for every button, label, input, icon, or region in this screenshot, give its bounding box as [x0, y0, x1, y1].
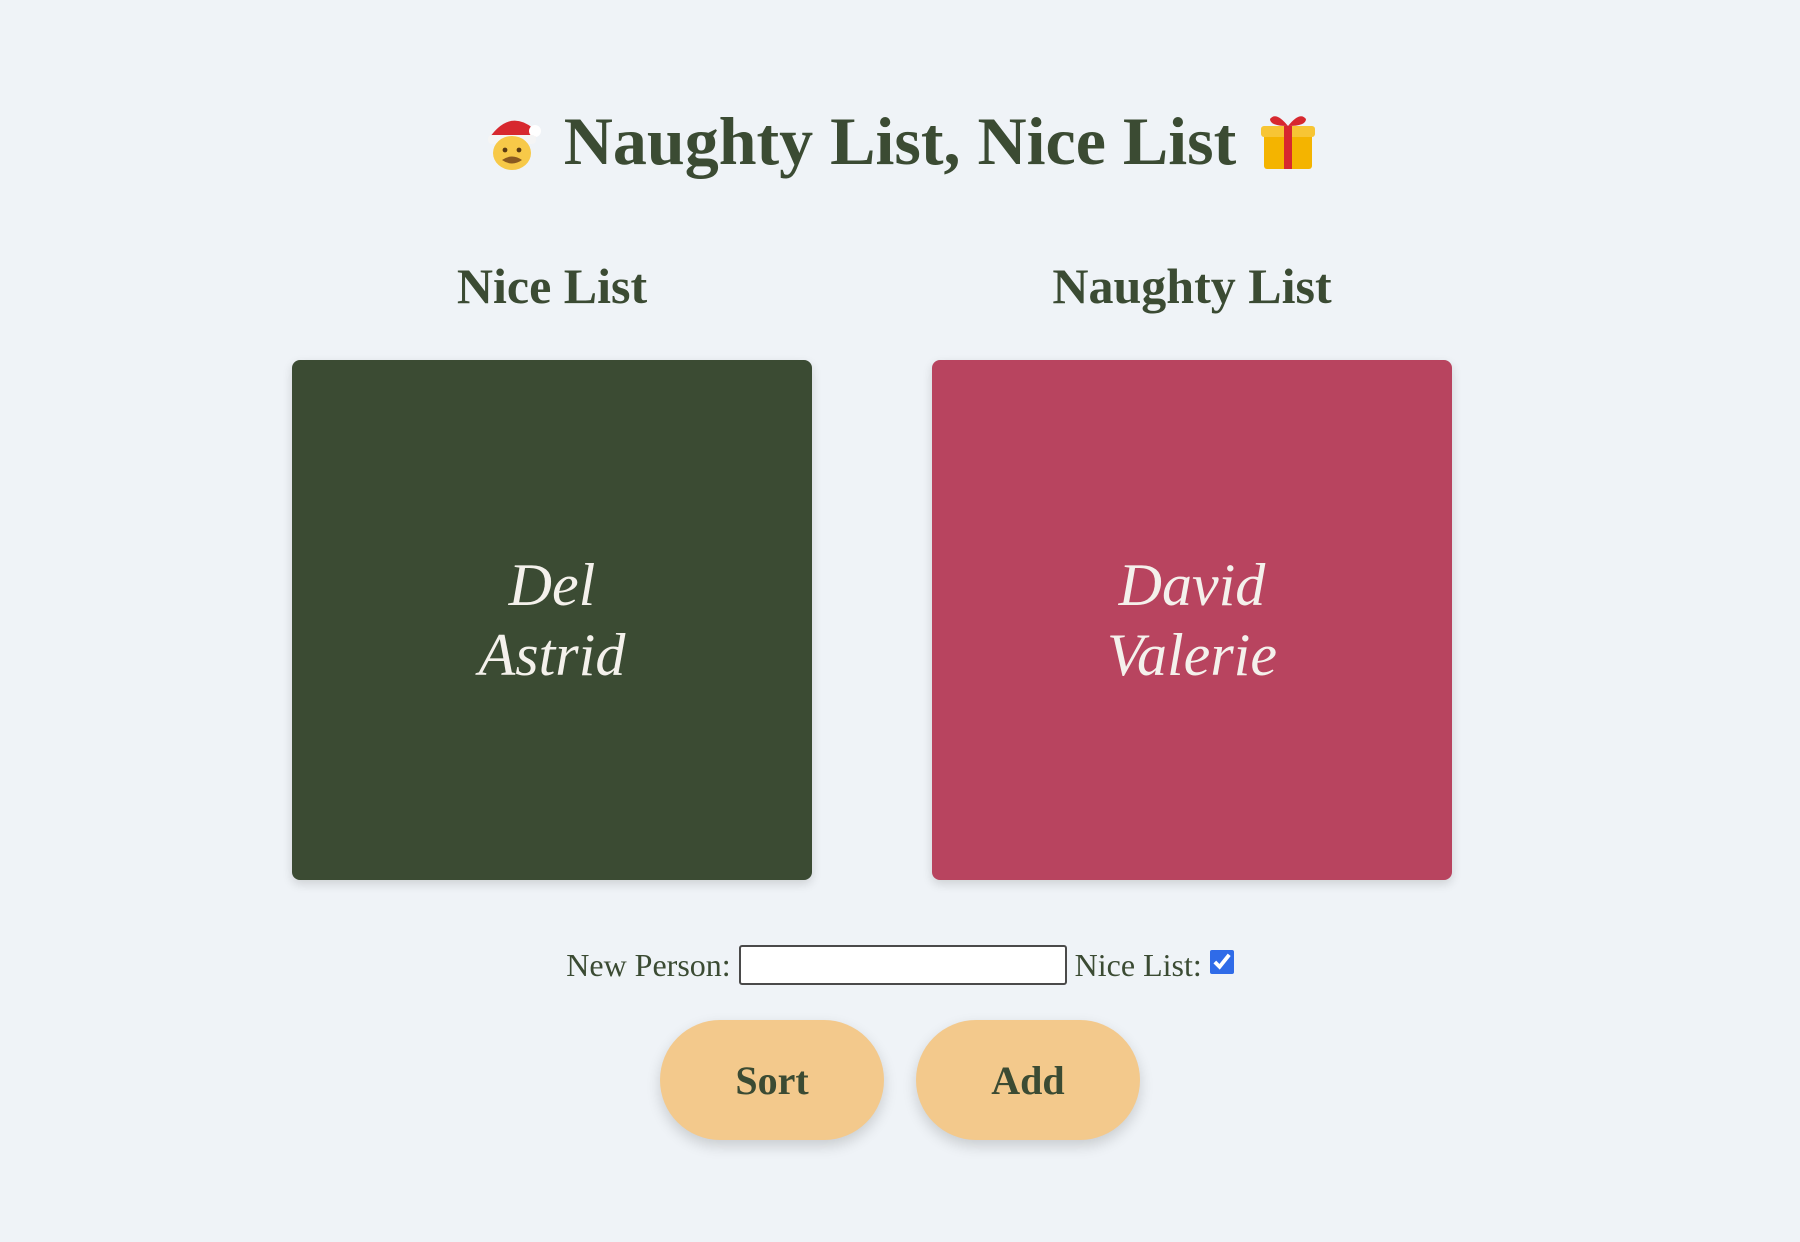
new-person-form: New Person: Nice List:: [0, 940, 1800, 990]
nice-list-item: Del: [508, 552, 596, 618]
sort-button[interactable]: Sort: [660, 1020, 884, 1140]
action-buttons: Sort Add: [0, 1020, 1800, 1140]
nice-list-checkbox-label: Nice List:: [1074, 946, 1202, 983]
add-button[interactable]: Add: [916, 1020, 1140, 1140]
page-title: Naughty List, Nice List: [563, 103, 1237, 179]
new-person-input[interactable]: [738, 945, 1067, 985]
naughty-list-item: David: [1118, 552, 1266, 618]
naughty-list-item: Valerie: [1107, 622, 1277, 688]
naughty-list-box: David Valerie: [932, 360, 1452, 880]
santa-icon: [480, 109, 544, 173]
nice-list-heading: Nice List: [456, 258, 648, 314]
nice-list-checkbox[interactable]: [1209, 950, 1234, 974]
nice-list-box: Del Astrid: [292, 360, 812, 880]
gift-icon: [1256, 109, 1320, 173]
title-row: Naughty List, Nice List: [0, 96, 1800, 186]
naughty-list-heading: Naughty List: [1052, 258, 1332, 314]
new-person-label: New Person:: [566, 946, 731, 983]
nice-list-item: Astrid: [478, 622, 626, 688]
